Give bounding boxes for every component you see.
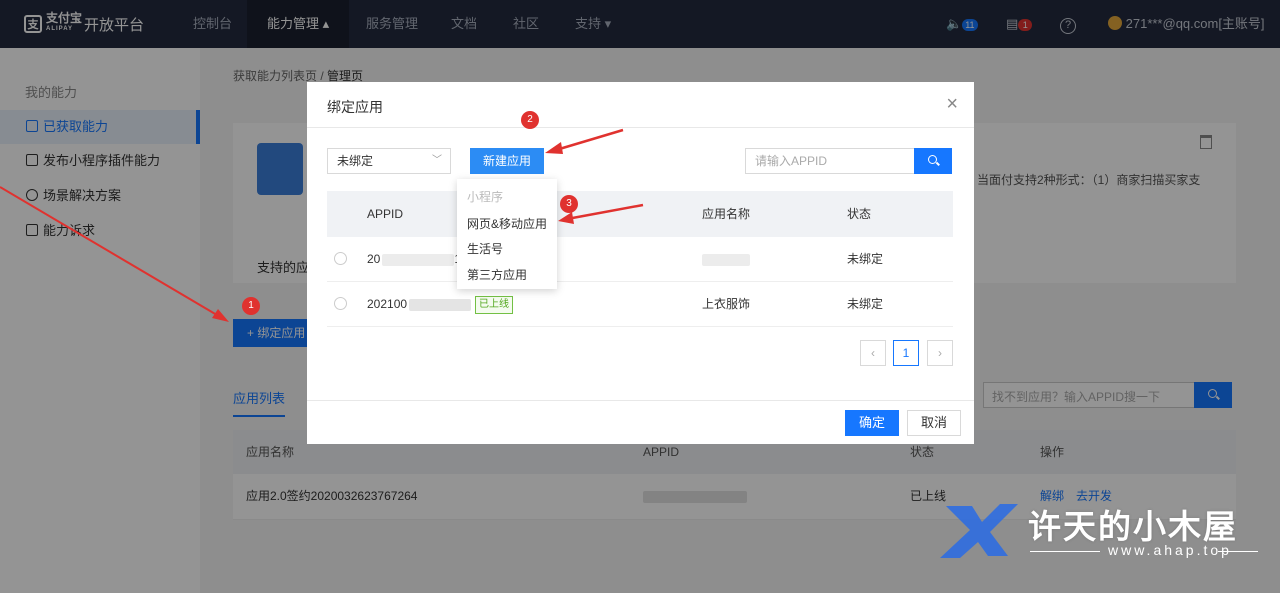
search-icon: [928, 155, 937, 164]
next-page-button[interactable]: ›: [927, 340, 953, 366]
modal-header: 绑定应用 ×: [307, 82, 974, 128]
dropdown-item-third-party[interactable]: 第三方应用: [467, 266, 527, 283]
confirm-button[interactable]: 确定: [845, 410, 899, 436]
row-radio[interactable]: [334, 252, 347, 265]
cancel-button[interactable]: 取消: [907, 410, 961, 436]
dropdown-item-life-account[interactable]: 生活号: [467, 240, 503, 257]
appid-cell: 201: [367, 237, 461, 282]
page-1-button[interactable]: 1: [893, 340, 919, 366]
chevron-down-icon: ﹀: [432, 155, 442, 166]
table-row[interactable]: 201 未绑定: [327, 237, 953, 282]
watermark: 许天的小木屋 www.ahap.top: [938, 498, 1268, 568]
modal-appid-search-input[interactable]: 请输入APPID: [745, 148, 915, 174]
row-status: 未绑定: [847, 252, 884, 266]
row-status: 未绑定: [847, 297, 884, 311]
bind-app-modal: 绑定应用 × 未绑定 ﹀ 新建应用 请输入APPID APPID 应用名称 状态…: [307, 82, 974, 444]
step-marker-1: 1: [242, 297, 260, 315]
modal-app-table: APPID 应用名称 状态 201 未绑定 202100已上线 上衣服饰 未绑定: [327, 191, 953, 327]
table-row[interactable]: 202100 已上线 上衣服饰 未绑定: [327, 282, 953, 327]
watermark-url: www.ahap.top: [1108, 542, 1232, 558]
online-tag: 已上线: [475, 295, 514, 314]
app-name: 上衣服饰: [702, 297, 751, 311]
new-app-dropdown: 小程序 网页&移动应用 生活号 第三方应用: [457, 179, 557, 289]
row-radio[interactable]: [334, 297, 347, 310]
prev-page-button[interactable]: ‹: [860, 340, 886, 366]
app-name-redacted: [702, 237, 750, 282]
new-app-button[interactable]: 新建应用: [470, 148, 544, 174]
bind-status-select[interactable]: 未绑定 ﹀: [327, 148, 451, 174]
watermark-logo-icon: [940, 504, 1018, 558]
step-marker-3: 3: [560, 195, 578, 213]
close-icon[interactable]: ×: [946, 92, 958, 116]
watermark-title: 许天的小木屋: [1028, 508, 1238, 545]
dropdown-item-web-mobile[interactable]: 网页&移动应用: [467, 215, 547, 232]
modal-title: 绑定应用: [327, 99, 383, 115]
modal-table-header: APPID 应用名称 状态: [327, 191, 953, 237]
modal-search-button[interactable]: [914, 148, 952, 174]
modal-footer: 确定 取消: [307, 400, 974, 444]
step-marker-2: 2: [521, 111, 539, 129]
dropdown-item-miniprogram: 小程序: [467, 190, 504, 204]
